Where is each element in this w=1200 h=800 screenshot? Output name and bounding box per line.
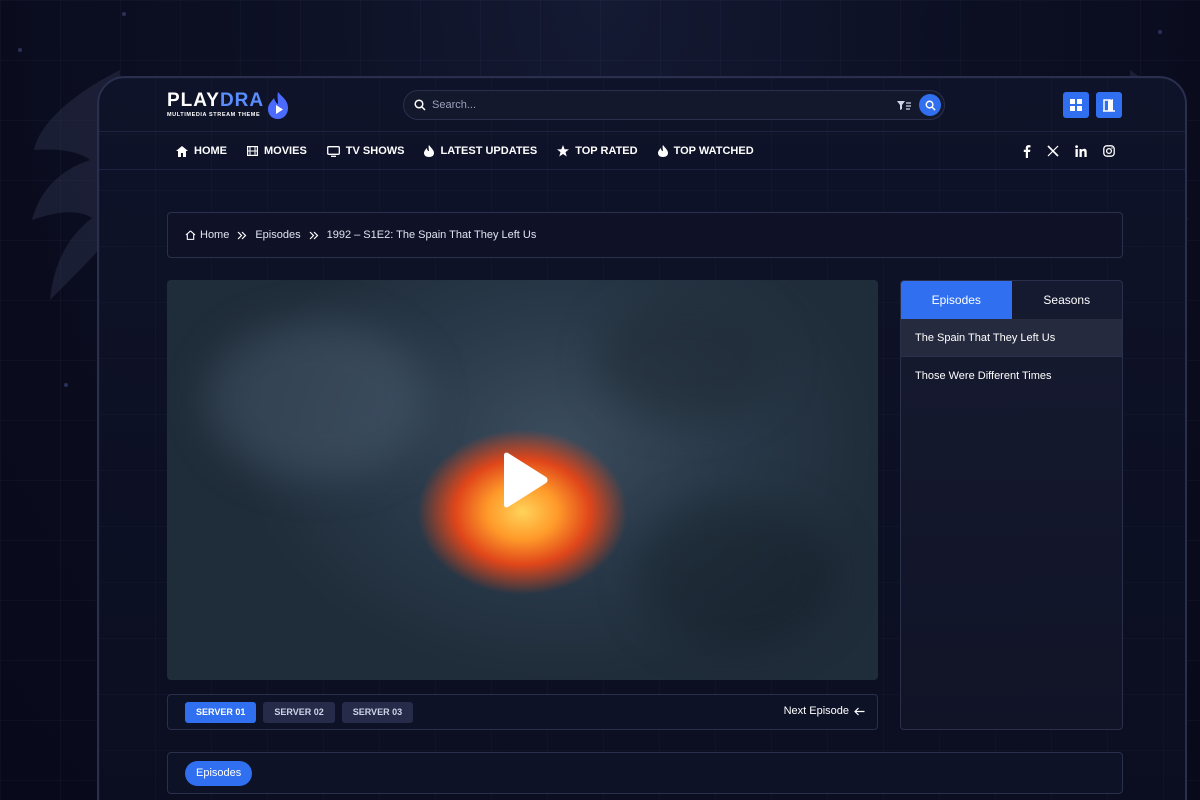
grid-menu-button[interactable] <box>1063 92 1089 118</box>
nav-label: TOP WATCHED <box>673 145 754 157</box>
breadcrumb-home-link[interactable]: Home <box>185 229 229 241</box>
filter-icon[interactable] <box>897 100 911 111</box>
nav-label: TV SHOWS <box>345 145 405 157</box>
fire-icon <box>424 145 435 157</box>
home-icon <box>176 145 188 157</box>
bg-dot <box>64 383 68 387</box>
breadcrumb-episodes-link[interactable]: Episodes <box>255 229 300 241</box>
login-button[interactable] <box>1096 92 1122 118</box>
nav-item-tv-shows[interactable]: TV SHOWS <box>326 145 405 157</box>
nav-item-top-watched[interactable]: TOP WATCHED <box>657 145 754 157</box>
search-bar[interactable] <box>403 90 945 120</box>
search-icon <box>414 99 426 111</box>
smoke-texture <box>597 300 777 420</box>
play-icon[interactable] <box>500 452 550 508</box>
main-nav: HOME MOVIES TV SHOWS LATEST UPDATES TOP … <box>99 132 1185 170</box>
server-bar: SERVER 01 SERVER 02 SERVER 03 Next Episo… <box>167 694 878 730</box>
header: PLAYDRA MULTIMEDIA STREAM THEME <box>99 78 1185 132</box>
tv-icon <box>326 145 340 157</box>
breadcrumb: Home Episodes 1992 – S1E2: The Spain Tha… <box>167 212 1123 258</box>
nav-item-latest-updates[interactable]: LATEST UPDATES <box>424 145 537 157</box>
tab-seasons[interactable]: Seasons <box>1012 281 1123 319</box>
search-submit-button[interactable] <box>919 94 941 116</box>
social-links <box>1007 132 1115 170</box>
server-button-03[interactable]: SERVER 03 <box>341 701 414 723</box>
bg-dot <box>1158 30 1162 34</box>
smoke-texture <box>207 320 427 480</box>
next-episode-link[interactable]: Next Episode <box>784 705 865 717</box>
smoke-texture <box>637 500 837 650</box>
arrow-left-icon <box>854 707 865 716</box>
home-icon <box>185 230 196 240</box>
fire-icon <box>657 145 668 157</box>
double-chevron-right-icon <box>237 231 247 240</box>
bg-dot <box>122 12 126 16</box>
film-icon <box>247 146 258 156</box>
episodes-panel: Episodes Seasons The Spain That They Lef… <box>900 280 1123 730</box>
episode-list-item[interactable]: The Spain That They Left Us <box>901 319 1122 357</box>
nav-label: LATEST UPDATES <box>440 145 538 157</box>
logo[interactable]: PLAYDRA MULTIMEDIA STREAM THEME <box>167 90 292 120</box>
logo-tagline: MULTIMEDIA STREAM THEME <box>167 112 261 118</box>
app-frame: PLAYDRA MULTIMEDIA STREAM THEME Search..… <box>97 76 1187 800</box>
server-button-02[interactable]: SERVER 02 <box>263 701 335 723</box>
bg-dot <box>18 48 22 52</box>
breadcrumb-home-label: Home <box>200 229 230 241</box>
episode-list-item[interactable]: Those Were Different Times <box>901 357 1122 395</box>
door-icon <box>1103 99 1115 112</box>
double-chevron-right-icon <box>309 231 319 240</box>
logo-text: PLAYDRA MULTIMEDIA STREAM THEME <box>167 90 265 118</box>
flame-play-icon <box>268 92 289 119</box>
episodes-section-bar: Episodes <box>167 752 1123 794</box>
search-input[interactable] <box>432 99 897 111</box>
breadcrumb-current: 1992 – S1E2: The Spain That They Left Us <box>326 229 537 241</box>
linkedin-icon[interactable] <box>1075 145 1087 157</box>
nav-item-home[interactable]: HOME <box>176 145 227 157</box>
episodes-tabs: Episodes Seasons <box>901 281 1122 319</box>
logo-name: PLAYDRA <box>167 90 265 111</box>
instagram-icon[interactable] <box>1103 145 1115 157</box>
tab-episodes[interactable]: Episodes <box>901 281 1012 319</box>
nav-label: MOVIES <box>264 145 307 157</box>
next-episode-label: Next Episode <box>783 705 849 717</box>
nav-label: HOME <box>194 145 227 157</box>
nav-item-top-rated[interactable]: TOP RATED <box>557 145 638 157</box>
nav-items: HOME MOVIES TV SHOWS LATEST UPDATES TOP … <box>176 132 774 170</box>
video-player[interactable] <box>167 280 878 680</box>
x-icon[interactable] <box>1047 145 1059 157</box>
facebook-icon[interactable] <box>1023 144 1031 158</box>
nav-label: TOP RATED <box>575 145 638 157</box>
grid-icon <box>1070 99 1082 111</box>
episodes-pill-button[interactable]: Episodes <box>185 760 253 786</box>
search-icon <box>925 100 936 111</box>
nav-item-movies[interactable]: MOVIES <box>247 145 307 157</box>
server-button-01[interactable]: SERVER 01 <box>185 701 257 723</box>
star-icon <box>557 145 570 157</box>
